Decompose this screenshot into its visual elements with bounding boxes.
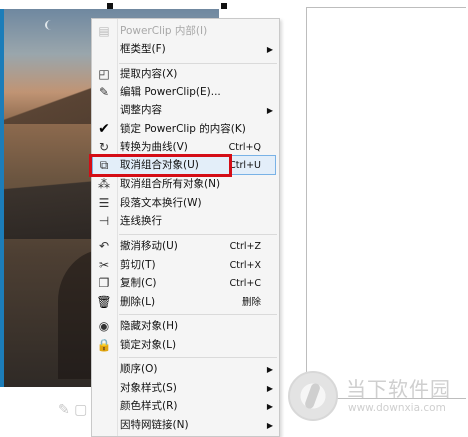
hide-object-icon: ◉ — [98, 319, 110, 333]
menu-item-delete[interactable]: 🗑 删除(L) 删除 — [92, 293, 279, 312]
menu-item-adjust-content[interactable]: 调整内容 ▶ — [92, 101, 279, 120]
submenu-arrow-icon: ▶ — [266, 402, 273, 411]
menu-separator — [119, 314, 277, 315]
menu-item-order[interactable]: 顺序(O) ▶ — [92, 360, 279, 379]
menu-item-object-style[interactable]: 对象样式(S) ▶ — [92, 379, 279, 398]
menu-item-ungroup-all[interactable]: ⁂ 取消组合所有对象(N) — [92, 175, 279, 194]
menu-item-undo-move[interactable]: ↶ 撤消移动(U) Ctrl+Z — [92, 237, 279, 256]
menu-item-paragraph-wrap[interactable]: ☰ 段落文本换行(W) — [92, 194, 279, 213]
lock-icon: 🔒 — [96, 338, 112, 352]
submenu-arrow-icon: ▶ — [266, 106, 273, 115]
selection-handle[interactable] — [221, 3, 227, 9]
watermark-url: www.downxia.com — [348, 402, 446, 414]
delete-icon: 🗑 — [96, 295, 112, 309]
ghost-toolbar-icons: ✎ ▢ — [58, 402, 88, 418]
copy-icon: ❐ — [98, 276, 110, 290]
moon-icon — [45, 20, 57, 30]
menu-item-lock-powerclip[interactable]: ✔ 锁定 PowerClip 的内容(K) — [92, 120, 279, 139]
page-outline — [306, 7, 466, 399]
menu-item-copy[interactable]: ❐ 复制(C) Ctrl+C — [92, 274, 279, 293]
connect-wrap-icon: ⊣ — [98, 214, 110, 228]
submenu-arrow-icon: ▶ — [266, 365, 273, 374]
menu-item-edit-powerclip[interactable]: ✎ 编辑 PowerClip(E)... — [92, 83, 279, 102]
menu-item-cut[interactable]: ✂ 剪切(T) Ctrl+X — [92, 256, 279, 275]
menu-item-extract-content[interactable]: ◰ 提取内容(X) — [92, 65, 279, 84]
menu-item-color-style[interactable]: 颜色样式(R) ▶ — [92, 397, 279, 416]
submenu-arrow-icon: ▶ — [266, 45, 273, 54]
menu-item-internet-link[interactable]: 因特网链接(N) ▶ — [92, 416, 279, 435]
extract-content-icon: ◰ — [98, 67, 110, 81]
annotation-highlight-box — [89, 154, 232, 177]
menu-separator — [119, 234, 277, 235]
menu-item-powerclip-inner: ▤ PowerClip 内部(I) — [92, 22, 279, 41]
menu-separator — [119, 357, 277, 358]
watermark-name: 当下软件园 — [346, 377, 451, 401]
powerclip-inner-icon: ▤ — [98, 24, 110, 38]
edit-powerclip-icon: ✎ — [98, 85, 110, 99]
cut-icon: ✂ — [98, 258, 110, 272]
menu-item-lock-object[interactable]: 🔒 锁定对象(L) — [92, 336, 279, 355]
menu-item-frame-type[interactable]: 框类型(F) ▶ — [92, 40, 279, 59]
selection-edge — [0, 9, 4, 387]
menu-item-hide-object[interactable]: ◉ 隐藏对象(H) — [92, 317, 279, 336]
ungroup-all-icon: ⁂ — [98, 177, 110, 191]
checkmark-icon: ✔ — [98, 121, 110, 137]
selection-handle[interactable] — [107, 3, 113, 9]
paragraph-wrap-icon: ☰ — [98, 196, 110, 210]
menu-separator — [119, 63, 277, 64]
watermark-logo — [288, 371, 338, 421]
menu-item-connect-wrap[interactable]: ⊣ 连线换行 — [92, 212, 279, 231]
undo-icon: ↶ — [98, 239, 110, 253]
submenu-arrow-icon: ▶ — [266, 421, 273, 430]
submenu-arrow-icon: ▶ — [266, 384, 273, 393]
